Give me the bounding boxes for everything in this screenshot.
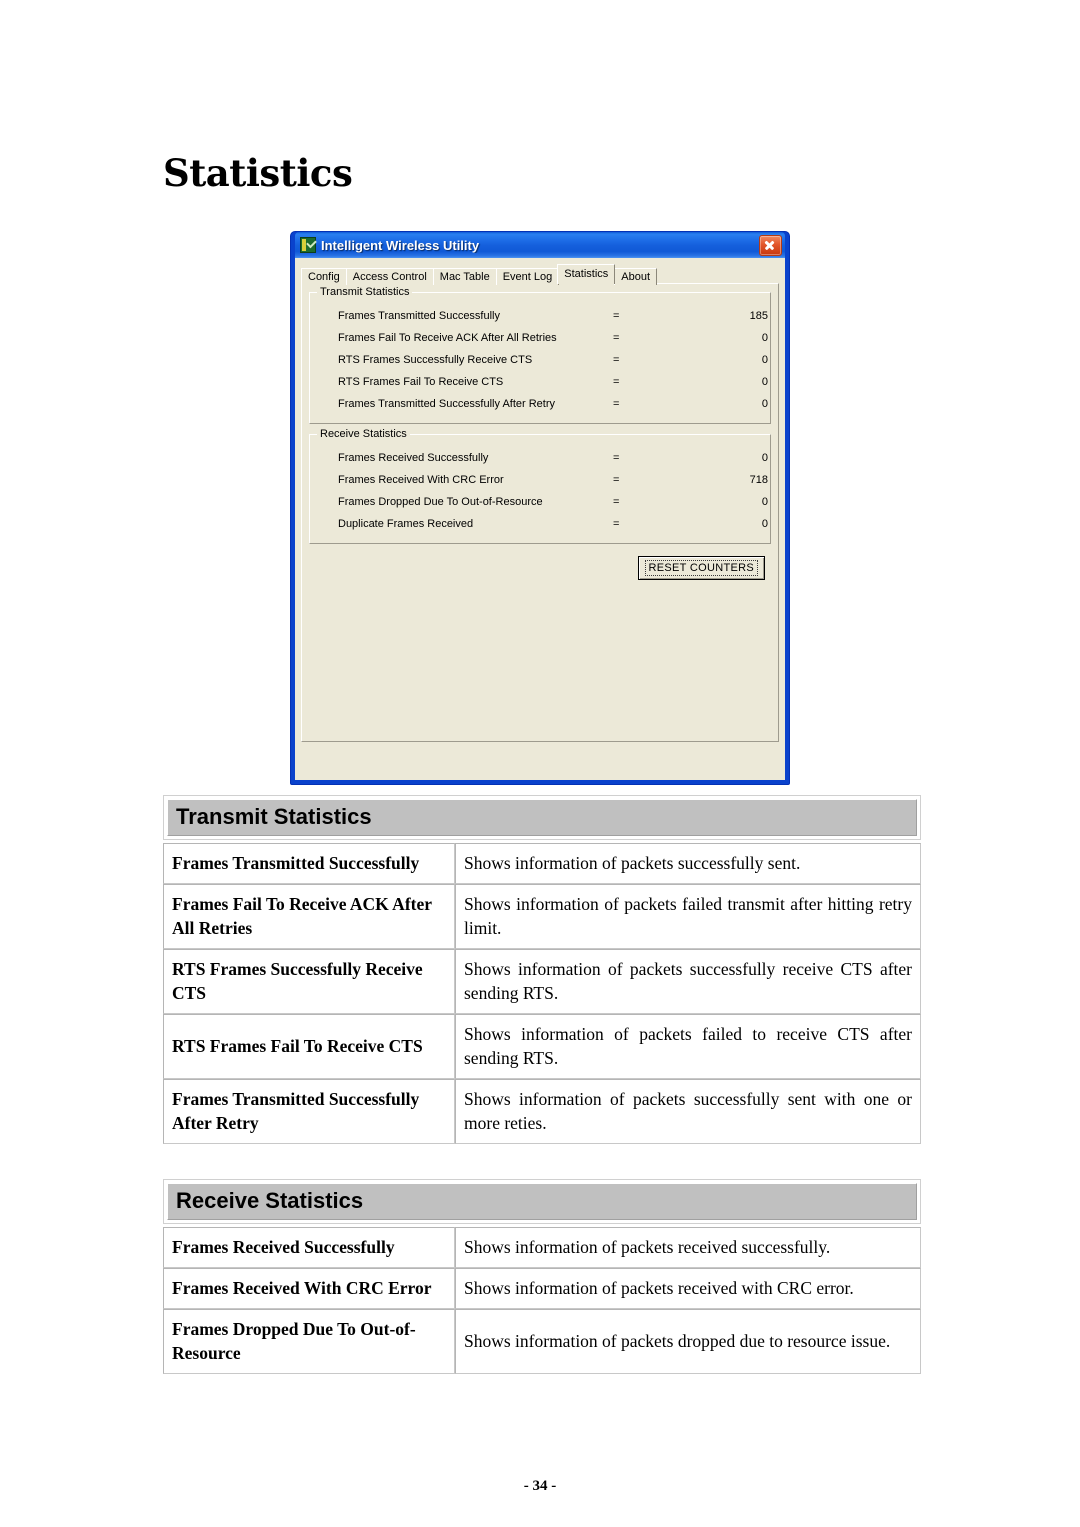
window-body: Config Access Control Mac Table Event Lo… bbox=[295, 258, 785, 780]
table-row: Frames Received With CRC Error Shows inf… bbox=[163, 1268, 921, 1309]
transmit-statistics-legend: Transmit Statistics bbox=[317, 286, 413, 298]
receive-statistics-groupbox: Receive Statistics Frames Received Succe… bbox=[309, 428, 771, 544]
tab-event-log[interactable]: Event Log bbox=[495, 268, 560, 285]
row-term: Frames Received With CRC Error bbox=[163, 1268, 455, 1309]
stat-value: 718 bbox=[749, 474, 768, 486]
stat-label: Frames Dropped Due To Out-of-Resource bbox=[338, 496, 543, 508]
stat-row: RTS Frames Fail To Receive CTS = 0 bbox=[318, 371, 768, 393]
transmit-rows: Frames Transmitted Successfully Shows in… bbox=[163, 843, 921, 1144]
stat-value: 0 bbox=[761, 518, 768, 530]
stat-value: 0 bbox=[761, 332, 768, 344]
stat-row: Frames Transmitted Successfully After Re… bbox=[318, 393, 768, 415]
stat-equals: = bbox=[613, 496, 620, 508]
stat-row: Duplicate Frames Received = 0 bbox=[318, 513, 768, 535]
stat-value: 0 bbox=[761, 354, 768, 366]
transmit-section-heading: Transmit Statistics bbox=[167, 799, 917, 836]
tab-access-control-label: Access Control bbox=[352, 271, 427, 283]
reset-button-row: RESET COUNTERS bbox=[309, 556, 771, 580]
stat-value: 0 bbox=[761, 398, 768, 410]
tab-config-label: Config bbox=[308, 271, 340, 283]
row-definition: Shows information of packets failed tran… bbox=[455, 884, 921, 949]
receive-statistics-table: Receive Statistics Frames Received Succe… bbox=[163, 1179, 921, 1374]
reset-counters-label: RESET COUNTERS bbox=[644, 560, 758, 576]
stat-value: 0 bbox=[761, 452, 768, 464]
table-row: Frames Dropped Due To Out-of-Resource Sh… bbox=[163, 1309, 921, 1374]
receive-section-wrapper: Receive Statistics bbox=[163, 1179, 921, 1224]
row-definition: Shows information of packets successfull… bbox=[455, 949, 921, 1014]
stat-equals: = bbox=[613, 376, 620, 388]
stat-value: 185 bbox=[749, 310, 768, 322]
stat-row: Frames Fail To Receive ACK After All Ret… bbox=[318, 327, 768, 349]
stat-label: Frames Received With CRC Error bbox=[338, 474, 504, 486]
table-row: Frames Transmitted Successfully After Re… bbox=[163, 1079, 921, 1144]
table-row: Frames Received Successfully Shows infor… bbox=[163, 1227, 921, 1268]
stat-label: Frames Transmitted Successfully After Re… bbox=[338, 398, 556, 410]
window-title: Intelligent Wireless Utility bbox=[321, 237, 480, 253]
receive-rows: Frames Received Successfully Shows infor… bbox=[163, 1227, 921, 1374]
page-number: - 34 - bbox=[523, 1478, 557, 1494]
stat-value: 0 bbox=[761, 376, 768, 388]
tab-event-log-label: Event Log bbox=[502, 271, 553, 283]
stat-row: Frames Dropped Due To Out-of-Resource = … bbox=[318, 491, 768, 513]
tab-mac-table[interactable]: Mac Table bbox=[432, 268, 497, 285]
row-definition: Shows information of packets received su… bbox=[455, 1227, 921, 1268]
stat-row: Frames Received Successfully = 0 bbox=[318, 447, 768, 469]
receive-statistics-legend: Receive Statistics bbox=[317, 428, 410, 440]
stat-label: Frames Fail To Receive ACK After All Ret… bbox=[338, 332, 557, 344]
transmit-statistics-groupbox: Transmit Statistics Frames Transmitted S… bbox=[309, 286, 771, 424]
stat-label: Duplicate Frames Received bbox=[338, 518, 474, 530]
table-row: Frames Fail To Receive ACK After All Ret… bbox=[163, 884, 921, 949]
tab-statistics-label: Statistics bbox=[564, 268, 609, 280]
row-definition: Shows information of packets failed to r… bbox=[455, 1014, 921, 1079]
stat-label: Frames Transmitted Successfully bbox=[338, 310, 500, 322]
tab-access-control[interactable]: Access Control bbox=[345, 268, 434, 285]
row-definition: Shows information of packets dropped due… bbox=[455, 1309, 921, 1374]
stat-equals: = bbox=[613, 310, 620, 322]
close-icon[interactable] bbox=[759, 234, 782, 256]
stat-equals: = bbox=[613, 354, 620, 366]
receive-section-heading: Receive Statistics bbox=[167, 1183, 917, 1220]
stat-label: Frames Received Successfully bbox=[338, 452, 489, 464]
tab-statistics[interactable]: Statistics bbox=[557, 264, 616, 284]
row-term: RTS Frames Successfully Receive CTS bbox=[163, 949, 455, 1014]
row-term: Frames Fail To Receive ACK After All Ret… bbox=[163, 884, 455, 949]
table-row: Frames Transmitted Successfully Shows in… bbox=[163, 843, 921, 884]
stat-value: 0 bbox=[761, 496, 768, 508]
row-definition: Shows information of packets successfull… bbox=[455, 843, 921, 884]
table-row: RTS Frames Fail To Receive CTS Shows inf… bbox=[163, 1014, 921, 1079]
reset-counters-button[interactable]: RESET COUNTERS bbox=[637, 556, 765, 580]
tab-strip: Config Access Control Mac Table Event Lo… bbox=[299, 264, 781, 285]
stat-equals: = bbox=[613, 518, 620, 530]
tab-about[interactable]: About bbox=[614, 268, 658, 285]
row-definition: Shows information of packets received wi… bbox=[455, 1268, 921, 1309]
row-term: Frames Received Successfully bbox=[163, 1227, 455, 1268]
row-term: Frames Dropped Due To Out-of-Resource bbox=[163, 1309, 455, 1374]
transmit-statistics-table: Transmit Statistics Frames Transmitted S… bbox=[163, 795, 921, 1144]
row-term: RTS Frames Fail To Receive CTS bbox=[163, 1014, 455, 1079]
tab-about-label: About bbox=[621, 271, 651, 283]
stat-row: Frames Received With CRC Error = 718 bbox=[318, 469, 768, 491]
stat-row: RTS Frames Successfully Receive CTS = 0 bbox=[318, 349, 768, 371]
transmit-section-wrapper: Transmit Statistics bbox=[163, 795, 921, 840]
wireless-utility-icon bbox=[300, 237, 316, 253]
stat-row: Frames Transmitted Successfully = 185 bbox=[318, 305, 768, 327]
tab-config[interactable]: Config bbox=[301, 268, 347, 285]
stat-label: RTS Frames Fail To Receive CTS bbox=[338, 376, 504, 388]
page-title: Statistics bbox=[163, 151, 353, 195]
table-row: RTS Frames Successfully Receive CTS Show… bbox=[163, 949, 921, 1014]
statistics-tab-panel: Transmit Statistics Frames Transmitted S… bbox=[301, 283, 779, 742]
stat-equals: = bbox=[613, 452, 620, 464]
intelligent-wireless-utility-window: Intelligent Wireless Utility Config Acce… bbox=[290, 231, 790, 785]
row-term: Frames Transmitted Successfully bbox=[163, 843, 455, 884]
stat-equals: = bbox=[613, 398, 620, 410]
row-definition: Shows information of packets successfull… bbox=[455, 1079, 921, 1144]
stat-equals: = bbox=[613, 474, 620, 486]
tab-mac-table-label: Mac Table bbox=[439, 271, 490, 283]
stat-equals: = bbox=[613, 332, 620, 344]
row-term: Frames Transmitted Successfully After Re… bbox=[163, 1079, 455, 1144]
stat-label: RTS Frames Successfully Receive CTS bbox=[338, 354, 533, 366]
window-title-bar[interactable]: Intelligent Wireless Utility bbox=[295, 232, 785, 258]
